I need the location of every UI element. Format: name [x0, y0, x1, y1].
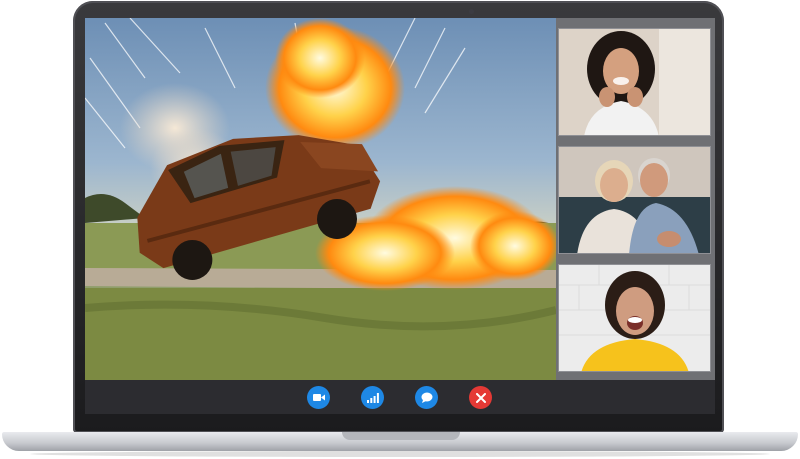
participant-tile-3[interactable]: [558, 264, 711, 372]
participant-tile-2[interactable]: [558, 146, 711, 254]
main-video-feed[interactable]: [85, 18, 556, 380]
participant-thumbnails: [558, 28, 711, 376]
laptop-base: [2, 432, 798, 451]
laptop-opening-notch: [342, 432, 460, 440]
camera-toggle-button[interactable]: [307, 386, 330, 409]
call-controls-bar: [85, 380, 715, 414]
signal-bars-icon: [366, 392, 379, 403]
chat-button[interactable]: [415, 386, 438, 409]
laptop-shadow: [30, 451, 770, 457]
video-camera-icon: [312, 393, 325, 402]
participant-tile-1[interactable]: [558, 28, 711, 136]
close-icon: [475, 392, 486, 403]
connection-quality-button[interactable]: [361, 386, 384, 409]
end-call-button[interactable]: [469, 386, 492, 409]
chat-bubble-icon: [421, 392, 433, 403]
webcam-dot: [469, 9, 474, 14]
laptop-screen: [85, 18, 715, 414]
